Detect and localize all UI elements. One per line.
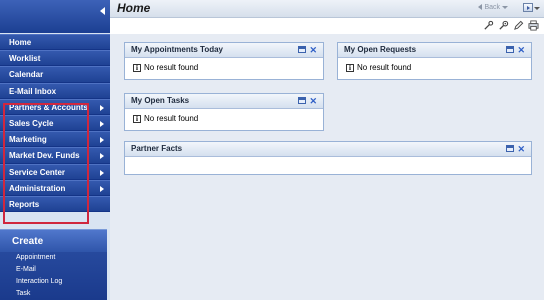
panel-my-open-tasks: My Open Tasks ✕ i No result found xyxy=(124,93,324,131)
chevron-down-icon[interactable] xyxy=(534,7,540,10)
submenu-arrow-icon xyxy=(100,185,104,192)
back-button[interactable]: Back xyxy=(478,4,508,11)
nav-item-label: Partners & Accounts xyxy=(9,102,88,112)
empty-result-message: No result found xyxy=(144,114,199,123)
panel-title: My Appointments Today xyxy=(131,45,223,54)
panel-my-open-requests: My Open Requests ✕ i No result found xyxy=(337,42,532,80)
create-task-link[interactable]: Task xyxy=(0,288,107,300)
panel-title: My Open Requests xyxy=(344,45,417,54)
nav-item-label: Calendar xyxy=(9,70,44,80)
nav-item-label: Worklist xyxy=(9,54,41,64)
panel-my-appointments-today: My Appointments Today ✕ i No result foun… xyxy=(124,42,324,80)
maximize-icon[interactable] xyxy=(298,46,306,53)
nav-item-partners-accounts[interactable]: Partners & Accounts xyxy=(0,98,110,115)
info-icon: i xyxy=(133,114,141,123)
nav-item-label: Administration xyxy=(9,183,66,193)
back-label: Back xyxy=(484,4,500,11)
personalize-icon[interactable] xyxy=(483,20,494,31)
empty-result-row: i No result found xyxy=(346,63,531,72)
navigation-menu: Home Worklist Calendar E-Mail Inbox Part… xyxy=(0,34,110,213)
nav-item-service-center[interactable]: Service Center xyxy=(0,163,110,180)
submenu-arrow-icon xyxy=(100,137,104,144)
empty-result-message: No result found xyxy=(357,63,412,72)
page-title: Home xyxy=(117,1,151,15)
nav-item-sales-cycle[interactable]: Sales Cycle xyxy=(0,114,110,132)
panel-header: My Open Tasks ✕ xyxy=(125,94,323,109)
submenu-arrow-icon xyxy=(100,104,104,111)
nav-item-label: Service Center xyxy=(9,167,66,177)
nav-item-label: Marketing xyxy=(9,135,47,145)
panel-body: i No result found xyxy=(125,58,323,72)
panel-header: My Open Requests ✕ xyxy=(338,43,531,58)
close-icon[interactable]: ✕ xyxy=(309,44,317,56)
nav-item-label: Market Dev. Funds xyxy=(9,151,80,161)
panel-title: My Open Tasks xyxy=(131,96,190,105)
submenu-arrow-icon xyxy=(100,169,104,176)
sidebar-header xyxy=(0,0,110,33)
empty-result-row: i No result found xyxy=(133,63,323,72)
edit-icon[interactable] xyxy=(513,20,524,31)
create-appointment-link[interactable]: Appointment xyxy=(0,252,107,264)
nav-item-marketing[interactable]: Marketing xyxy=(0,131,110,148)
forward-button[interactable] xyxy=(523,3,533,12)
panel-header: My Appointments Today ✕ xyxy=(125,43,323,58)
empty-result-message: No result found xyxy=(144,63,199,72)
create-panel: Create Appointment E-Mail Interaction Lo… xyxy=(0,229,107,300)
submenu-arrow-icon xyxy=(100,120,104,127)
close-icon[interactable]: ✕ xyxy=(517,143,525,155)
nav-item-email-inbox[interactable]: E-Mail Inbox xyxy=(0,82,110,99)
nav-item-label: Reports xyxy=(9,199,40,209)
nav-item-label: Home xyxy=(9,38,32,47)
create-email-link[interactable]: E-Mail xyxy=(0,264,107,276)
nav-item-worklist[interactable]: Worklist xyxy=(0,50,110,67)
nav-item-reports[interactable]: Reports xyxy=(0,195,110,213)
nav-item-administration[interactable]: Administration xyxy=(0,179,110,196)
close-icon[interactable]: ✕ xyxy=(517,44,525,56)
create-interaction-log-link[interactable]: Interaction Log xyxy=(0,276,107,288)
maximize-icon[interactable] xyxy=(298,97,306,104)
create-header: Create xyxy=(0,229,107,252)
nav-item-calendar[interactable]: Calendar xyxy=(0,66,110,83)
maximize-icon[interactable] xyxy=(506,46,514,53)
header-bar: Home Back xyxy=(110,0,544,18)
back-arrow-icon xyxy=(478,4,483,11)
panel-body: i No result found xyxy=(125,109,323,123)
maximize-icon[interactable] xyxy=(506,145,514,152)
nav-item-home[interactable]: Home xyxy=(0,34,110,51)
page-toolbar xyxy=(483,20,539,32)
submenu-arrow-icon xyxy=(100,153,104,160)
panel-title: Partner Facts xyxy=(131,144,183,153)
main-content: My Appointments Today ✕ i No result foun… xyxy=(110,34,544,300)
print-icon[interactable] xyxy=(528,20,539,31)
panel-body: i No result found xyxy=(338,58,531,72)
nav-item-label: E-Mail Inbox xyxy=(9,86,57,96)
settings-icon[interactable] xyxy=(498,20,509,31)
nav-item-market-dev-funds[interactable]: Market Dev. Funds xyxy=(0,147,110,164)
info-icon: i xyxy=(133,63,141,72)
sidebar: Home Worklist Calendar E-Mail Inbox Part… xyxy=(0,0,110,300)
close-icon[interactable]: ✕ xyxy=(309,95,317,107)
panel-partner-facts: Partner Facts ✕ xyxy=(124,141,532,175)
empty-result-row: i No result found xyxy=(133,114,323,123)
chevron-down-icon xyxy=(502,5,508,9)
nav-item-label: Sales Cycle xyxy=(9,118,54,128)
collapse-sidebar-icon[interactable] xyxy=(100,7,105,15)
info-icon: i xyxy=(346,63,354,72)
panel-header: Partner Facts ✕ xyxy=(125,142,531,157)
